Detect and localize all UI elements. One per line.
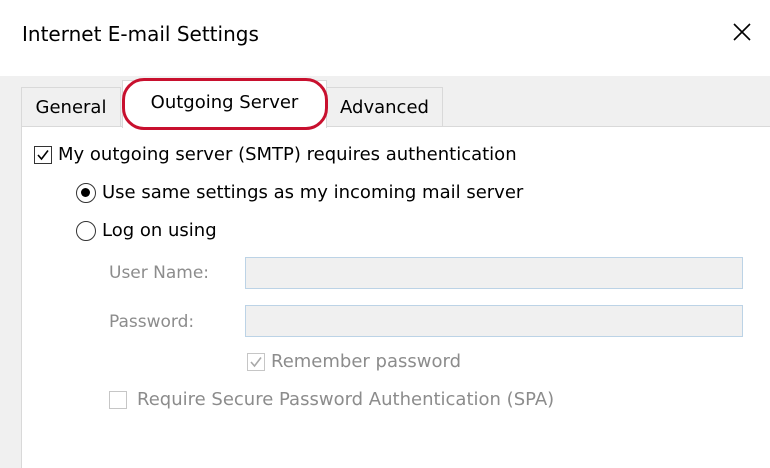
spa-row[interactable]: Require Secure Password Authentication (… — [109, 389, 554, 410]
auth-required-label: My outgoing server (SMTP) requires authe… — [58, 144, 517, 165]
radio-same-settings-label: Use same settings as my incoming mail se… — [102, 182, 524, 203]
password-field[interactable] — [245, 305, 743, 337]
remember-password-label: Remember password — [271, 351, 461, 372]
title-bar: Internet E-mail Settings — [0, 0, 770, 76]
remember-password-checkbox[interactable] — [247, 352, 265, 371]
radio-same-settings-row[interactable]: Use same settings as my incoming mail se… — [76, 182, 523, 203]
remember-password-row[interactable]: Remember password — [247, 351, 461, 372]
username-label: User Name: — [109, 263, 210, 283]
radio-log-on-label: Log on using — [102, 220, 217, 241]
spa-checkbox[interactable] — [109, 390, 127, 409]
username-field[interactable] — [245, 257, 743, 289]
radio-log-on-using[interactable] — [76, 220, 96, 241]
close-button[interactable] — [722, 14, 762, 54]
password-label: Password: — [109, 312, 195, 332]
check-icon — [37, 149, 49, 160]
spa-label: Require Secure Password Authentication (… — [137, 389, 555, 410]
tab-outgoing-server[interactable]: Outgoing Server — [122, 80, 327, 128]
check-icon — [250, 356, 262, 367]
auth-required-checkbox[interactable] — [34, 145, 52, 164]
tab-general[interactable]: General — [21, 87, 121, 126]
dialog-title: Internet E-mail Settings — [22, 22, 259, 46]
auth-required-row[interactable]: My outgoing server (SMTP) requires authe… — [34, 144, 517, 165]
radio-log-on-row[interactable]: Log on using — [76, 220, 217, 241]
close-icon — [732, 22, 752, 46]
tab-advanced[interactable]: Advanced — [326, 87, 443, 126]
outgoing-server-panel — [21, 126, 770, 468]
radio-same-settings[interactable] — [76, 182, 96, 203]
